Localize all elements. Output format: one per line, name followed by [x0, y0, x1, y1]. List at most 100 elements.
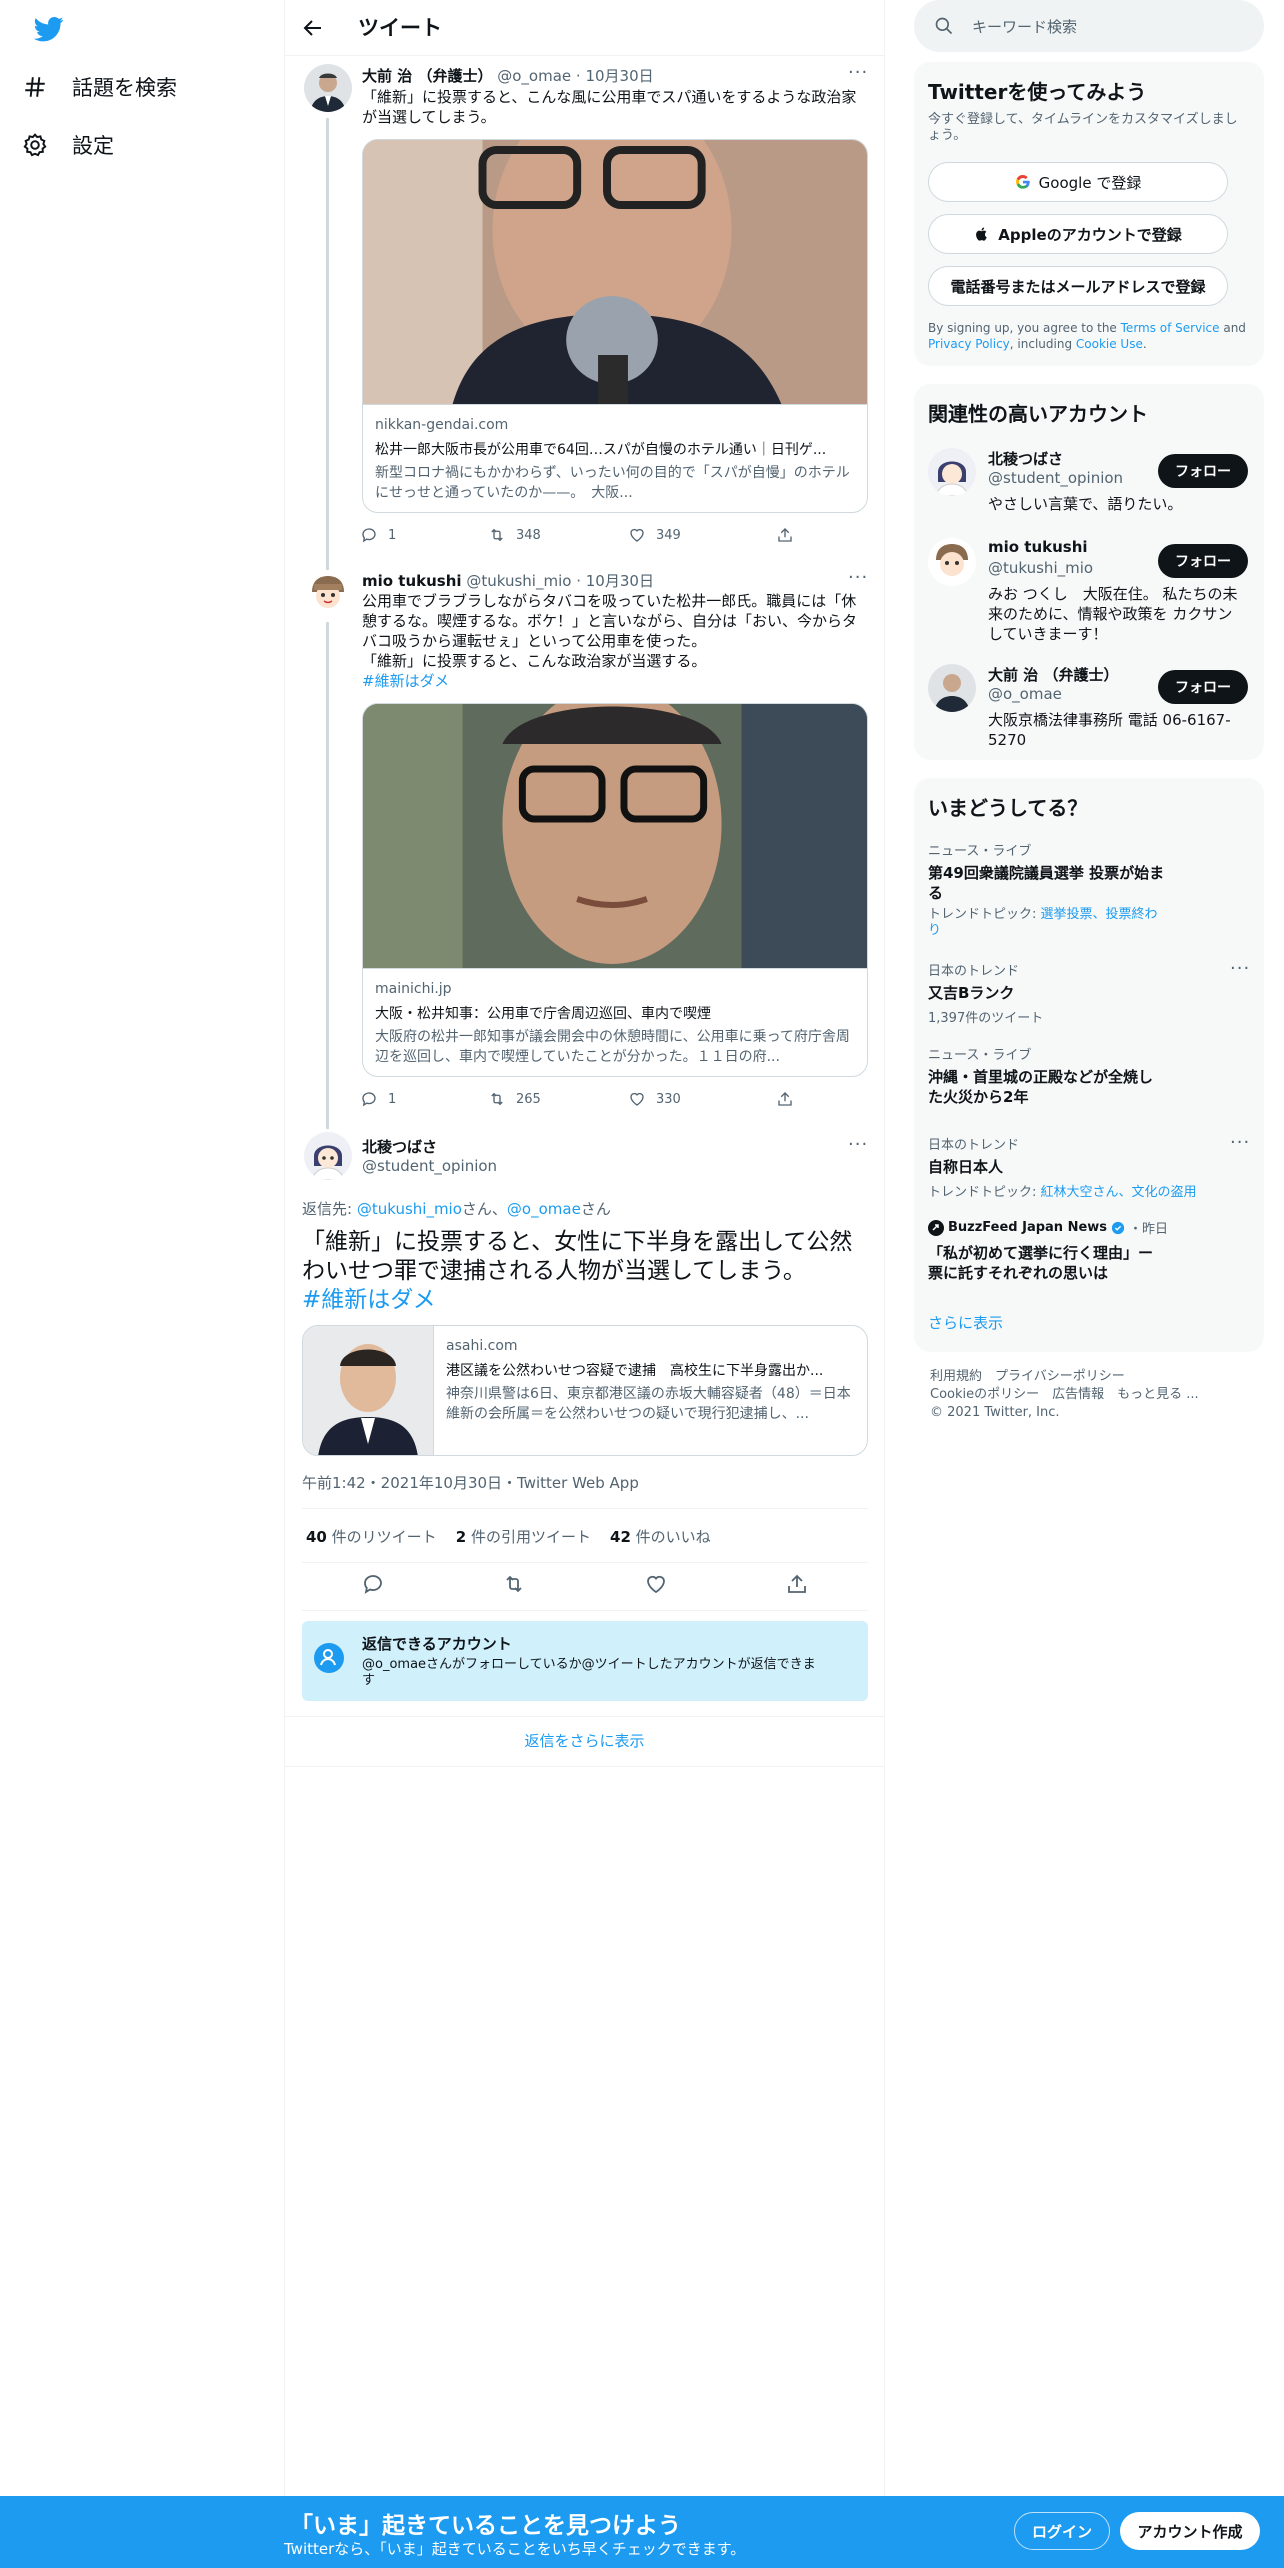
share-button[interactable]: [776, 526, 794, 544]
login-button[interactable]: ログイン: [1014, 2512, 1110, 2550]
thread-connector: [326, 622, 329, 1129]
related-account-item[interactable]: mio tukushi @tukushi_mio みお つくし 大阪在住。 私た…: [914, 530, 1264, 643]
reply-icon[interactable]: [361, 1572, 385, 1596]
search-icon: [935, 17, 953, 35]
quote-stat[interactable]: 2 件の引用ツイート: [456, 1528, 591, 1546]
avatar[interactable]: [304, 570, 352, 618]
retweet-button[interactable]: 265: [488, 1090, 628, 1108]
hashtag-icon: [25, 77, 45, 97]
link-card[interactable]: nikkan-gendai.com 松井一郎大阪市長が公用車で64回…スパが自慢…: [362, 139, 868, 513]
hashtag-link[interactable]: #維新はダメ: [362, 671, 872, 691]
like-stat[interactable]: 42 件のいいね: [610, 1528, 711, 1546]
card-domain: mainichi.jp: [375, 981, 452, 997]
nav-explore[interactable]: 話題を検索: [22, 63, 177, 111]
google-icon: [1015, 174, 1030, 189]
display-name[interactable]: mio tukushi: [362, 572, 462, 590]
user-handle[interactable]: @tukushi_mio: [466, 572, 571, 590]
signup-bottom-bar: 「いま」起きていることを見つけよう Twitterなら、「いま」起きていることを…: [0, 2496, 1284, 2568]
divider: [302, 1610, 868, 1611]
tweet-header: 大前 治 （弁護士） @o_omae · 10月30日: [362, 67, 654, 85]
display-name[interactable]: 北稜つばさ: [362, 1136, 437, 1157]
like-button[interactable]: 330: [628, 1090, 776, 1108]
tweet-date[interactable]: 10月30日: [585, 67, 653, 85]
follow-button[interactable]: フォロー: [1158, 544, 1248, 578]
trend-item[interactable]: ニュース・ライブ 沖縄・首里城の正殿などが全焼し た火災から2年: [928, 1044, 1228, 1107]
apple-signup-button[interactable]: Appleのアカウントで登録: [928, 214, 1228, 254]
retweet-stat[interactable]: 40 件のリツイート: [306, 1528, 437, 1546]
phone-email-signup-button[interactable]: 電話番号またはメールアドレスで登録: [928, 266, 1228, 306]
related-accounts-panel: 関連性の高いアカウント 北稜つばさ @student_opinion やさしい言…: [914, 384, 1264, 760]
hashtag-link[interactable]: #維新はダメ: [302, 1286, 872, 1315]
account-name: 大前 治 （弁護士）: [988, 666, 1119, 684]
user-handle[interactable]: @student_opinion: [362, 1157, 497, 1175]
avatar[interactable]: [928, 448, 976, 496]
bottom-bar-title: 「いま」起きていることを見つけよう: [290, 2513, 681, 2539]
like-button[interactable]: 349: [628, 526, 776, 544]
trends-title: いまどうしてる？: [928, 796, 1088, 820]
cookie-link[interactable]: Cookie Use: [1076, 337, 1143, 351]
footer-links-2[interactable]: Cookieのポリシー 広告情報 もっと見る ...: [930, 1386, 1199, 1404]
show-more-trends-link[interactable]: さらに表示: [928, 1312, 1003, 1333]
google-signup-button[interactable]: Google で登録: [928, 162, 1228, 202]
link-card[interactable]: mainichi.jp 大阪・松井知事：公用車で庁舎周辺巡回、車内で喫煙 大阪府…: [362, 703, 868, 1077]
nav-settings[interactable]: 設定: [22, 121, 114, 169]
privacy-link[interactable]: Privacy Policy: [928, 337, 1010, 351]
trend-item[interactable]: 日本のトレンド 又吉Bランク 1,397件のツイート: [928, 960, 1228, 1026]
avatar[interactable]: [304, 64, 352, 112]
news-item[interactable]: BuzzFeed Japan News ・昨日 「私が初めて選挙に行く理由」ー票…: [928, 1218, 1228, 1283]
tweet-timestamp[interactable]: 午前1:42・2021年10月30日・Twitter Web App: [302, 1472, 639, 1493]
reply-to-user-link[interactable]: @o_omae: [507, 1200, 581, 1218]
reply-button[interactable]: 1: [360, 1090, 488, 1108]
user-handle[interactable]: @o_omae: [497, 67, 571, 85]
buzzfeed-logo-icon: [928, 1219, 944, 1236]
back-arrow-icon[interactable]: [300, 16, 326, 40]
follow-button[interactable]: フォロー: [1158, 670, 1248, 704]
share-icon[interactable]: [785, 1572, 809, 1596]
heart-icon: [630, 528, 644, 542]
trend-item[interactable]: 日本のトレンド 自称日本人 トレンドトピック: 紅林大空さん、文化の盗用: [928, 1134, 1228, 1200]
terms-link[interactable]: Terms of Service: [1121, 321, 1220, 335]
gear-icon: [23, 133, 47, 157]
tweet-date[interactable]: 10月30日: [586, 572, 654, 590]
signup-button[interactable]: アカウント作成: [1120, 2512, 1260, 2550]
heart-icon[interactable]: [644, 1572, 668, 1596]
search-placeholder: キーワード検索: [972, 17, 1078, 36]
retweet-icon[interactable]: [502, 1572, 526, 1596]
nav-explore-label: 話題を検索: [72, 76, 177, 100]
account-bio: 大阪京橋法律事務所 電話 06-6167- 5270: [988, 711, 1231, 749]
show-more-replies-link[interactable]: 返信をさらに表示: [285, 1730, 884, 1751]
twitter-logo-icon[interactable]: [33, 14, 65, 44]
follow-button[interactable]: フォロー: [1158, 454, 1248, 488]
reply-icon: [362, 1092, 376, 1107]
display-name[interactable]: 大前 治 （弁護士）: [362, 67, 492, 85]
retweet-button[interactable]: 348: [488, 526, 628, 544]
more-options-icon[interactable]: ···: [848, 567, 868, 588]
more-options-icon[interactable]: ···: [848, 1134, 868, 1155]
more-options-icon[interactable]: ···: [848, 62, 868, 83]
account-bio: やさしい言葉で、語りたい。: [988, 495, 1183, 513]
card-domain: asahi.com: [446, 1338, 518, 1354]
more-options-icon[interactable]: ···: [1230, 1132, 1250, 1153]
signup-title: Twitterを使ってみよう: [928, 80, 1147, 104]
divider: [285, 1716, 884, 1717]
share-button[interactable]: [776, 1090, 794, 1108]
reply-to-user-link[interactable]: @tukushi_mio: [357, 1200, 462, 1218]
account-name: mio tukushi: [988, 538, 1088, 556]
footer-links-1[interactable]: 利用規約 プライバシーポリシー: [930, 1368, 1199, 1386]
link-card[interactable]: asahi.com 港区議を公然わいせつ容疑で逮捕 高校生に下半身露出か... …: [302, 1325, 868, 1456]
retweet-icon: [491, 528, 503, 542]
more-options-icon[interactable]: ···: [1230, 958, 1250, 979]
tweet-actions: 1 348 349: [360, 526, 840, 544]
apple-icon: [976, 227, 987, 241]
reply-button[interactable]: 1: [360, 526, 488, 544]
related-account-item[interactable]: 大前 治 （弁護士） @o_omae 大阪京橋法律事務所 電話 06-6167-…: [914, 656, 1264, 752]
avatar[interactable]: [304, 1132, 352, 1180]
related-account-item[interactable]: 北稜つばさ @student_opinion やさしい言葉で、語りたい。 フォロ…: [914, 440, 1264, 536]
avatar[interactable]: [928, 538, 976, 586]
signup-subtitle: 今すぐ登録して、タイムラインをカスタマイズしまし ょう。: [928, 112, 1238, 143]
trend-item[interactable]: ニュース・ライブ 第49回衆議院議員選挙 投票が始まる トレンドトピック: 選挙…: [928, 840, 1228, 939]
search-input[interactable]: キーワード検索: [914, 0, 1264, 52]
reply-icon: [362, 528, 376, 543]
avatar[interactable]: [928, 664, 976, 712]
card-image: [363, 704, 867, 968]
